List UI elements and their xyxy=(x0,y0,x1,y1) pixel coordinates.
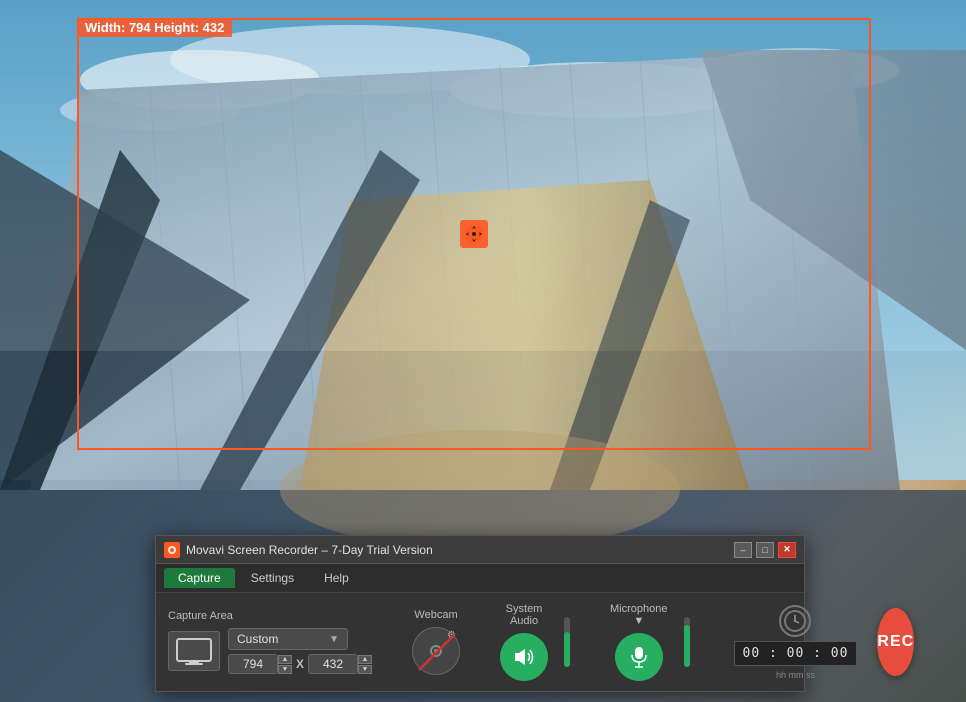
height-input[interactable] xyxy=(308,654,358,674)
title-bar: Movavi Screen Recorder – 7-Day Trial Ver… xyxy=(156,536,804,564)
system-audio-slider-fill xyxy=(564,632,570,667)
system-audio-volume-section xyxy=(564,617,570,667)
capture-area-label: Capture Area xyxy=(168,610,372,622)
system-audio-label: System Audio xyxy=(500,603,548,627)
webcam-disabled-overlay xyxy=(413,628,461,676)
capture-area-section: Capture Area Custom ▼ xyxy=(168,610,372,674)
preset-label: Custom xyxy=(237,632,278,646)
height-decrement[interactable]: ▼ xyxy=(358,665,372,674)
tab-capture[interactable]: Capture xyxy=(164,568,235,588)
webcam-section: Webcam ⚙ xyxy=(412,609,460,675)
timer-section: 00 : 00 : 00 hh mm ss xyxy=(734,605,858,680)
height-input-group: ▲ ▼ xyxy=(308,654,372,674)
system-audio-section: System Audio xyxy=(500,603,548,681)
preset-dropdown-area: Custom ▼ ▲ ▼ X xyxy=(228,628,372,674)
app-window: Movavi Screen Recorder – 7-Day Trial Ver… xyxy=(155,535,805,692)
width-input[interactable] xyxy=(228,654,278,674)
microphone-icon xyxy=(627,645,651,669)
microphone-section: Microphone ▼ xyxy=(610,603,667,681)
system-audio-toggle-button[interactable] xyxy=(500,633,548,681)
window-controls: – □ ✕ xyxy=(734,542,796,558)
capture-move-handle[interactable] xyxy=(458,218,490,250)
app-icon xyxy=(164,542,180,558)
width-decrement[interactable]: ▼ xyxy=(278,665,292,674)
system-audio-volume-slider[interactable] xyxy=(564,617,570,667)
microphone-toggle-button[interactable] xyxy=(615,633,663,681)
webcam-label: Webcam xyxy=(414,609,457,621)
microphone-slider-fill xyxy=(684,625,690,668)
timer-sub-label: hh mm ss xyxy=(776,670,815,680)
capture-controls: Custom ▼ ▲ ▼ X xyxy=(168,628,372,674)
rec-label: REC xyxy=(877,633,914,651)
dimension-separator: X xyxy=(296,657,304,671)
window-title: Movavi Screen Recorder – 7-Day Trial Ver… xyxy=(186,543,734,557)
minimize-button[interactable]: – xyxy=(734,542,752,558)
close-button[interactable]: ✕ xyxy=(778,542,796,558)
height-increment[interactable]: ▲ xyxy=(358,655,372,664)
microphone-volume-slider[interactable] xyxy=(684,617,690,667)
rec-button[interactable]: REC xyxy=(877,608,914,676)
app-content: Capture Area Custom ▼ xyxy=(156,593,804,691)
menu-bar: Capture Settings Help xyxy=(156,564,804,593)
screen-capture-button[interactable] xyxy=(168,631,220,671)
maximize-button[interactable]: □ xyxy=(756,542,774,558)
width-increment[interactable]: ▲ xyxy=(278,655,292,664)
dropdown-arrow-icon: ▼ xyxy=(329,634,339,645)
clock-icon xyxy=(779,605,811,637)
webcam-toggle-button[interactable]: ⚙ xyxy=(412,627,460,675)
tab-settings[interactable]: Settings xyxy=(237,568,308,588)
microphone-label: Microphone ▼ xyxy=(610,603,667,627)
dimensions-row: ▲ ▼ X ▲ ▼ xyxy=(228,654,372,674)
width-input-group: ▲ ▼ xyxy=(228,654,292,674)
microphone-volume-section xyxy=(684,617,690,667)
timer-display: 00 : 00 : 00 xyxy=(734,641,858,666)
preset-dropdown[interactable]: Custom ▼ xyxy=(228,628,348,650)
dimension-label: Width: 794 Height: 432 xyxy=(77,18,232,37)
width-spinner: ▲ ▼ xyxy=(278,655,292,674)
tab-help[interactable]: Help xyxy=(310,568,363,588)
move-icon xyxy=(460,220,488,248)
speaker-icon xyxy=(512,645,536,669)
height-spinner: ▲ ▼ xyxy=(358,655,372,674)
